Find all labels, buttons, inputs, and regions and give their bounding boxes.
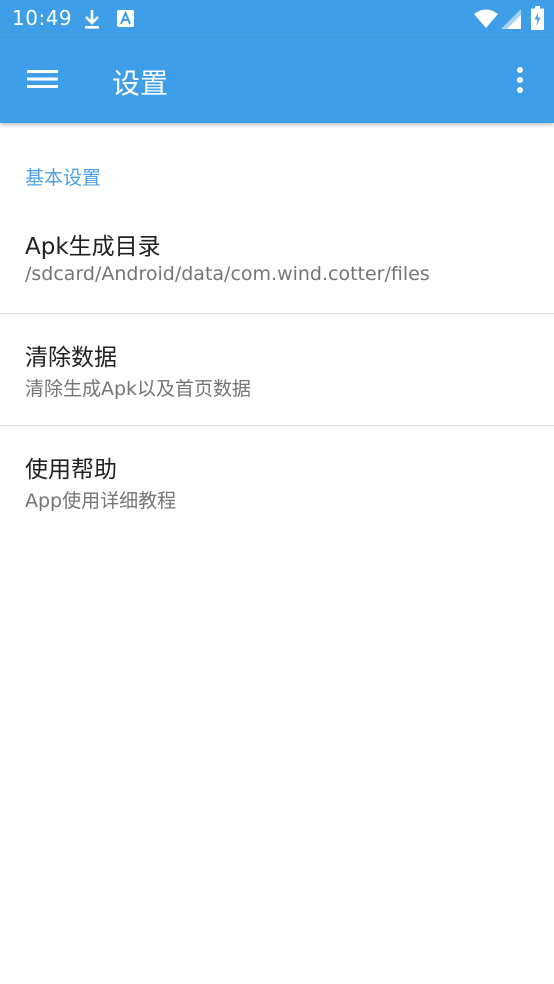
wifi-icon: [474, 9, 498, 33]
status-bar: 10:49: [0, 0, 554, 38]
menu-icon: [27, 70, 58, 88]
page-title: 设置: [112, 67, 169, 100]
menu-button[interactable]: [27, 66, 59, 92]
app-notification-icon: [117, 10, 134, 31]
app-bar: 设置: [0, 38, 554, 123]
pref-clear-data[interactable]: 清除数据 清除生成Apk以及首页数据: [0, 314, 554, 425]
status-time: 10:49: [12, 6, 73, 30]
pref-summary: /sdcard/Android/data/com.wind.cotter/fil…: [25, 263, 430, 285]
pref-summary: 清除生成Apk以及首页数据: [25, 378, 252, 400]
pref-summary: App使用详细教程: [25, 490, 177, 512]
battery-icon: [531, 6, 544, 34]
pref-title: Apk生成目录: [25, 234, 161, 260]
pref-apk-directory[interactable]: Apk生成目录 /sdcard/Android/data/com.wind.co…: [0, 215, 554, 313]
download-icon: [82, 8, 102, 34]
pref-help[interactable]: 使用帮助 App使用详细教程: [0, 426, 554, 537]
section-header-basic: 基本设置: [25, 167, 102, 189]
pref-title: 使用帮助: [25, 457, 117, 483]
pref-title: 清除数据: [25, 345, 117, 371]
signal-icon: [501, 9, 521, 33]
more-vert-icon: [517, 67, 523, 93]
overflow-menu-button[interactable]: [506, 62, 534, 98]
